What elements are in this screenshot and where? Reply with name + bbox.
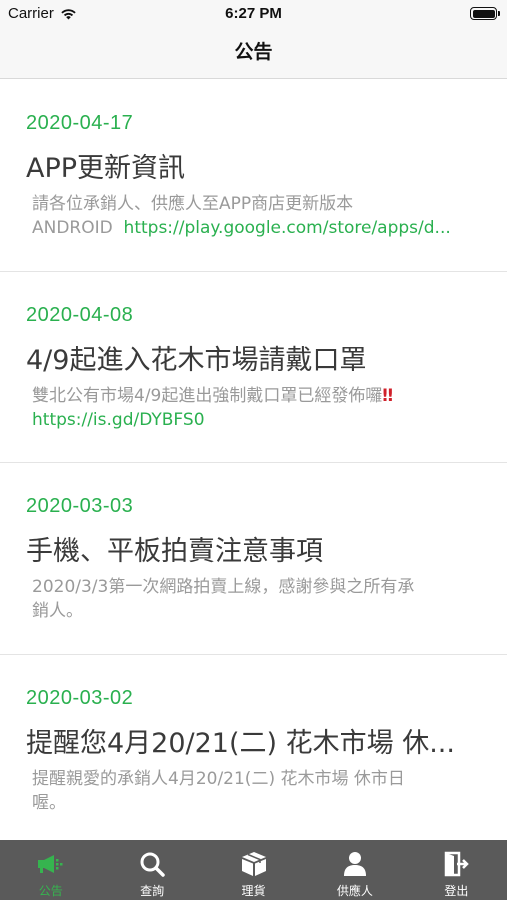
logout-icon — [442, 851, 470, 877]
tab-bar: 公告 查詢 理貨 供應人 登出 — [0, 840, 507, 900]
body-line: 雙北公有市場4/9起進出強制戴口罩已經發佈囉‼ — [32, 384, 477, 408]
body-line: 2020/3/3第一次網路拍賣上線，感謝參與之所有承 — [32, 577, 415, 597]
tab-label: 登出 — [444, 884, 469, 898]
battery-icon — [470, 7, 500, 20]
status-time: 6:27 PM — [225, 5, 282, 22]
announcement-link[interactable]: https://play.google.com/store/apps/d... — [124, 218, 451, 238]
body-prefix: ANDROID — [32, 218, 124, 238]
megaphone-icon — [37, 851, 65, 877]
announcement-list[interactable]: 2020-04-17 APP更新資訊 請各位承銷人、供應人至APP商店更新版本 … — [0, 80, 507, 840]
page-title: 公告 — [234, 41, 273, 63]
announcement-title: 提醒您4月20/21(二) 花木市場 休... — [26, 727, 455, 759]
body-line: ANDROID https://play.google.com/store/ap… — [32, 216, 477, 240]
tab-supplier[interactable]: 供應人 — [304, 840, 405, 900]
announcement-date: 2020-04-08 — [26, 303, 134, 326]
list-item[interactable]: 2020-03-02 提醒您4月20/21(二) 花木市場 休... 提醒親愛的… — [0, 655, 507, 841]
announcement-date: 2020-03-03 — [26, 495, 134, 517]
tab-search[interactable]: 查詢 — [101, 840, 202, 900]
status-bar: Carrier 6:27 PM — [0, 0, 507, 28]
search-icon — [138, 851, 166, 877]
person-icon — [341, 851, 369, 877]
announcement-link[interactable]: https://is.gd/DYBFS0 — [32, 408, 477, 432]
body-text: 雙北公有市場4/9起進出強制戴口罩已經發佈囉 — [32, 385, 383, 406]
body-line: 銷人。 — [32, 601, 83, 621]
tab-announcements[interactable]: 公告 — [0, 840, 101, 900]
box-icon — [240, 851, 268, 877]
body-line: 請各位承銷人、供應人至APP商店更新版本 — [32, 194, 354, 214]
announcement-body: 雙北公有市場4/9起進出強制戴口罩已經發佈囉‼ https://is.gd/DY… — [32, 384, 477, 432]
navigation-bar: 公告 — [0, 28, 507, 79]
announcement-date: 2020-03-02 — [26, 686, 134, 709]
announcement-date: 2020-04-17 — [26, 112, 134, 134]
announcement-body: 2020/3/3第一次網路拍賣上線，感謝參與之所有承 銷人。 — [32, 575, 477, 623]
announcement-body: 提醒親愛的承銷人4月20/21(二) 花木市場 休市日 喔。 — [32, 767, 477, 815]
double-exclamation-icon: ‼ — [382, 385, 394, 406]
list-item[interactable]: 2020-04-17 APP更新資訊 請各位承銷人、供應人至APP商店更新版本 … — [0, 80, 507, 272]
announcement-title: 手機、平板拍賣注意事項 — [26, 536, 323, 567]
tab-logout[interactable]: 登出 — [406, 840, 507, 900]
list-item[interactable]: 2020-03-03 手機、平板拍賣注意事項 2020/3/3第一次網路拍賣上線… — [0, 463, 507, 655]
announcement-title: APP更新資訊 — [26, 153, 186, 184]
tab-label: 公告 — [38, 884, 63, 898]
tab-inventory[interactable]: 理貨 — [203, 840, 304, 900]
list-item[interactable]: 2020-04-08 4/9起進入花木市場請戴口罩 雙北公有市場4/9起進出強制… — [0, 272, 507, 463]
body-line: 喔。 — [32, 792, 66, 813]
body-line: 提醒親愛的承銷人4月20/21(二) 花木市場 休市日 — [32, 768, 405, 789]
tab-label: 理貨 — [241, 884, 266, 898]
announcement-title: 4/9起進入花木市場請戴口罩 — [26, 344, 367, 376]
tab-label: 查詢 — [140, 884, 165, 898]
tab-label: 供應人 — [336, 884, 373, 898]
announcement-body: 請各位承銷人、供應人至APP商店更新版本 ANDROID https://pla… — [32, 192, 477, 240]
